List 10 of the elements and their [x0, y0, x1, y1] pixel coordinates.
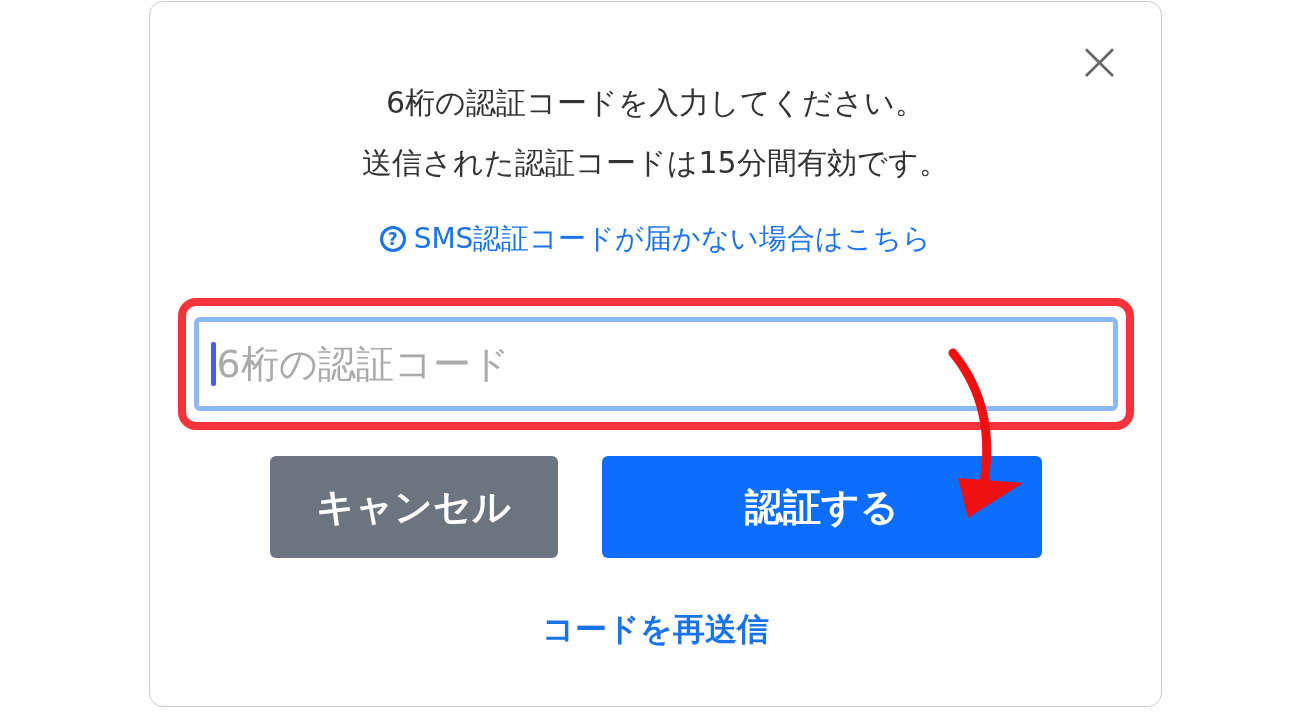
code-input-field[interactable]: 6桁の認証コード	[193, 317, 1118, 411]
instruction-text: 送信された認証コードは15分間有効です。	[362, 144, 949, 182]
help-link[interactable]: ? SMS認証コードが届かない場合はこちら	[379, 220, 932, 258]
text-cursor-icon	[210, 342, 216, 386]
verify-button[interactable]: 認証する	[601, 456, 1042, 558]
instruction-text: 6桁の認証コードを入力してください。	[385, 84, 926, 122]
resend-link[interactable]: コードを再送信	[542, 608, 769, 652]
help-icon: ?	[379, 226, 406, 252]
cancel-button[interactable]: キャンセル	[269, 456, 558, 558]
close-button[interactable]: ×	[1076, 36, 1123, 86]
